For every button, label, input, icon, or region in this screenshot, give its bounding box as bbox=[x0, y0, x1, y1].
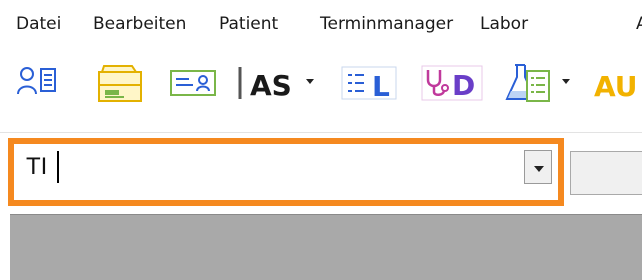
stethoscope-d-button[interactable]: D bbox=[420, 62, 484, 104]
svg-text:L: L bbox=[372, 70, 390, 103]
chevron-down-icon bbox=[534, 166, 544, 172]
svg-text:AS: AS bbox=[250, 69, 292, 102]
id-card-button[interactable] bbox=[168, 62, 218, 104]
text-cursor bbox=[57, 151, 59, 183]
menu-more[interactable]: A bbox=[636, 13, 642, 35]
svg-text:AU: AU bbox=[594, 70, 638, 103]
id-card-icon bbox=[170, 70, 216, 96]
menu-bearbeiten[interactable]: Bearbeiten bbox=[93, 13, 186, 35]
side-field[interactable] bbox=[570, 151, 642, 195]
as-icon: AS bbox=[238, 67, 292, 102]
patient-card-icon bbox=[17, 67, 56, 95]
menu-terminmanager[interactable]: Terminmanager bbox=[320, 13, 453, 35]
search-combo-value: TI bbox=[26, 153, 48, 180]
left-edge bbox=[0, 214, 10, 279]
lab-dropdown-icon[interactable] bbox=[562, 79, 570, 84]
lab-button[interactable] bbox=[502, 62, 554, 104]
menu-datei[interactable]: Datei bbox=[16, 13, 61, 35]
menu-labor[interactable]: Labor bbox=[480, 13, 528, 35]
menu-patient[interactable]: Patient bbox=[219, 13, 278, 35]
menu-bar: Datei Bearbeiten Patient Terminmanager L… bbox=[0, 0, 642, 50]
lab-flask-icon bbox=[505, 64, 550, 102]
toolbar: AS L D AU bbox=[0, 50, 642, 132]
stethoscope-d-icon: D bbox=[421, 65, 483, 102]
toolbar-separator bbox=[0, 132, 642, 133]
highlight-frame: TI bbox=[8, 138, 564, 206]
search-combo-dropdown-button[interactable] bbox=[524, 150, 552, 184]
file-cabinet-icon bbox=[98, 65, 142, 102]
main-content-area bbox=[10, 214, 642, 280]
file-cabinet-button[interactable] bbox=[92, 62, 148, 104]
au-icon: AU bbox=[594, 70, 638, 103]
au-button[interactable]: AU bbox=[592, 62, 642, 104]
list-l-icon: L bbox=[341, 66, 397, 103]
as-button[interactable]: AS bbox=[238, 62, 300, 104]
as-dropdown-icon[interactable] bbox=[306, 79, 314, 84]
search-combo-row: TI bbox=[0, 134, 642, 214]
svg-text:D: D bbox=[452, 69, 475, 102]
patient-card-button[interactable] bbox=[14, 62, 60, 104]
list-l-button[interactable]: L bbox=[340, 62, 400, 104]
search-combo-box[interactable]: TI bbox=[14, 144, 558, 200]
